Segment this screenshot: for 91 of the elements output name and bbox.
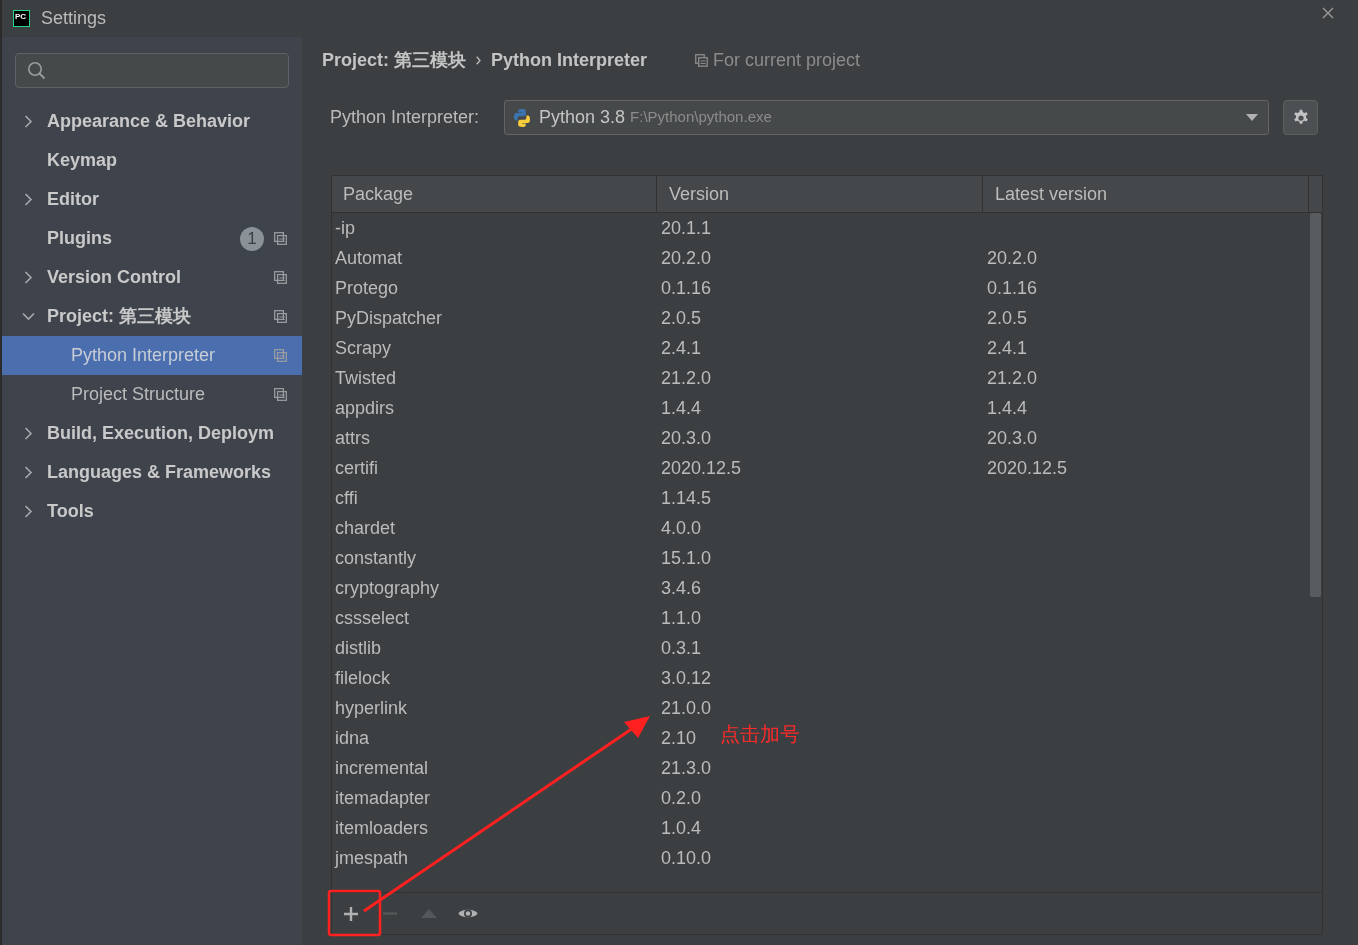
- breadcrumb-item[interactable]: Project: 第三模块: [322, 46, 467, 74]
- column-header[interactable]: Latest version: [983, 176, 1309, 212]
- tree-item[interactable]: Plugins 1: [2, 219, 302, 258]
- triangle-up-icon: [421, 909, 437, 918]
- tree-item[interactable]: Appearance & Behavior: [2, 102, 302, 141]
- table-cell: 20.3.0: [661, 427, 712, 448]
- table-cell: itemloaders: [335, 817, 429, 838]
- table-cell: PyDispatcher: [335, 307, 443, 328]
- table-cell: distlib: [335, 637, 382, 658]
- table-cell: 1.14.5: [661, 487, 712, 508]
- scope-note: For current project: [713, 48, 861, 72]
- table-cell: Scrapy: [335, 337, 392, 358]
- table-cell: 2.4.1: [661, 337, 702, 358]
- table-cell: hyperlink: [335, 697, 408, 718]
- eye-icon: [458, 907, 478, 920]
- table-cell: itemadapter: [335, 787, 431, 808]
- table-cell: Protego: [335, 277, 399, 298]
- table-cell: idna: [335, 727, 370, 748]
- search-icon: [27, 61, 46, 80]
- tree-item[interactable]: Languages & Frameworks: [2, 453, 302, 492]
- table-cell: filelock: [335, 667, 391, 688]
- table-cell: 3.4.6: [661, 577, 702, 598]
- interpreter-label: Python Interpreter:: [330, 106, 481, 129]
- plus-icon: [344, 906, 358, 921]
- table-cell: 21.3.0: [661, 757, 712, 778]
- settings-button[interactable]: [1283, 100, 1318, 135]
- table-cell: constantly: [335, 547, 417, 568]
- tree-item[interactable]: Project: 第三模块: [2, 297, 302, 336]
- table-cell: cssselect: [335, 607, 410, 628]
- tree-item[interactable]: Build, Execution, Deploym: [2, 414, 302, 453]
- table-cell: 0.1.16: [987, 277, 1038, 298]
- interpreter-dropdown[interactable]: Python 3.8 F:\Python\python.exe: [504, 100, 1269, 135]
- settings-icon: [1291, 108, 1310, 127]
- table-cell: 2020.12.5: [661, 457, 742, 478]
- interpreter-path: F:\Python\python.exe: [630, 107, 772, 128]
- table-cell: 1.4.4: [987, 397, 1028, 418]
- table-cell: 21.0.0: [661, 697, 712, 718]
- table-cell: 0.2.0: [661, 787, 702, 808]
- table-cell: 1.4.4: [661, 397, 702, 418]
- table-cell: cffi: [335, 487, 358, 508]
- table-cell: chardet: [335, 517, 396, 538]
- table-cell: 20.2.0: [661, 247, 712, 268]
- column-header[interactable]: Package: [332, 176, 657, 212]
- table-cell: appdirs: [335, 397, 395, 418]
- table-cell: 20.3.0: [987, 427, 1038, 448]
- table-cell: 2.10: [661, 727, 697, 748]
- table-cell: 2.0.5: [661, 307, 702, 328]
- table-cell: 3.0.12: [661, 667, 712, 688]
- table-cell: incremental: [335, 757, 429, 778]
- tree-item[interactable]: Editor: [2, 180, 302, 219]
- table-cell: 20.2.0: [987, 247, 1038, 268]
- annotation-box: [327, 889, 382, 937]
- table-cell: 15.1.0: [661, 547, 712, 568]
- table-cell: Automat: [335, 247, 403, 268]
- search-field[interactable]: [15, 53, 289, 88]
- tree-item[interactable]: Tools: [2, 492, 302, 531]
- breadcrumb-separator-icon: [476, 55, 482, 65]
- breadcrumb-item[interactable]: Python Interpreter: [491, 46, 648, 74]
- table-cell: 2.0.5: [987, 307, 1028, 328]
- annotation-text: 点击加号: [720, 722, 800, 747]
- tree-item[interactable]: Version Control: [2, 258, 302, 297]
- close-icon[interactable]: [1322, 6, 1334, 19]
- table-cell: 4.0.0: [661, 517, 702, 538]
- table-cell: 20.1.1: [661, 217, 712, 238]
- table-cell: 21.2.0: [661, 367, 712, 388]
- table-cell: jmespath: [335, 847, 409, 868]
- python-icon: [512, 107, 532, 128]
- table-cell: 1.1.0: [661, 607, 702, 628]
- table-cell: 0.3.1: [661, 637, 702, 658]
- tree-item[interactable]: Project Structure: [2, 375, 302, 414]
- tree-item[interactable]: Keymap: [2, 141, 302, 180]
- count-badge: 1: [240, 226, 264, 251]
- dropdown-caret-icon: [1246, 114, 1258, 121]
- table-cell: attrs: [335, 427, 370, 448]
- scrollbar[interactable]: [1310, 213, 1321, 597]
- app-logo: PC: [13, 10, 30, 27]
- table-cell: 2.4.1: [987, 337, 1028, 358]
- table-cell: 1.0.4: [661, 817, 702, 838]
- column-header[interactable]: Version: [657, 176, 983, 212]
- table-cell: -ip: [335, 217, 355, 238]
- copy-icon: [695, 53, 709, 67]
- table-cell: cryptography: [335, 577, 440, 598]
- interpreter-name: Python 3.8: [539, 106, 626, 129]
- table-cell: 2020.12.5: [987, 457, 1068, 478]
- table-cell: certifi: [335, 457, 378, 478]
- tree-item[interactable]: Python Interpreter: [2, 336, 302, 375]
- window-title: Settings: [41, 7, 107, 30]
- table-cell: Twisted: [335, 367, 397, 388]
- table-cell: 0.10.0: [661, 847, 712, 868]
- table-cell: 0.1.16: [661, 277, 712, 298]
- table-cell: 21.2.0: [987, 367, 1038, 388]
